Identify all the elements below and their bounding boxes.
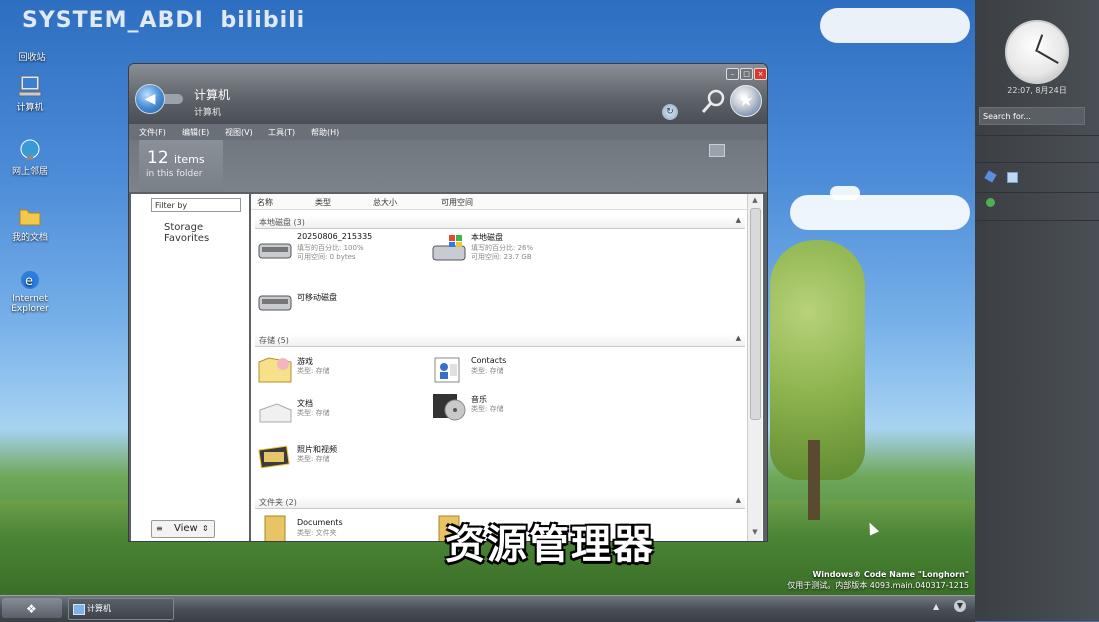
minimize-button[interactable]: – bbox=[726, 68, 739, 80]
info-bar: 12 items in this folder bbox=[129, 140, 767, 192]
back-arrow-icon: ◀ bbox=[144, 91, 156, 107]
search-icon bbox=[701, 89, 725, 113]
system-drive-icon bbox=[432, 235, 466, 261]
desktop-icon-network[interactable]: 网上邻居 bbox=[0, 138, 60, 177]
view-list-icon: ≡ bbox=[156, 524, 163, 533]
column-total-size[interactable]: 总大小 bbox=[373, 197, 397, 208]
watermark-site: bilibili bbox=[220, 8, 306, 33]
column-header: 名称 类型 总大小 可用空间 bbox=[251, 194, 747, 210]
sidebar: 22:07, 8月24日 Search for... bbox=[975, 0, 1099, 621]
svg-text:e: e bbox=[25, 274, 33, 289]
photos-videos-icon bbox=[258, 445, 290, 469]
navigation-pane: Filter by Storage Favorites ≡ View ⇕ bbox=[131, 194, 249, 541]
title-bar: ◀ 计算机 计算机 – □ × ↻ ★ bbox=[129, 64, 767, 124]
group-folders[interactable]: 文件夹 (2) ▲ bbox=[255, 496, 745, 509]
taskbar-item-computer[interactable]: 计算机 bbox=[68, 598, 174, 620]
explorer-window: ◀ 计算机 计算机 – □ × ↻ ★ 文件(F) 编辑(E) 视图(V) 工具… bbox=[128, 63, 768, 542]
computer-icon bbox=[17, 74, 43, 98]
build-watermark: Windows® Code Name "Longhorn" 仅用于测试。内部版本… bbox=[787, 570, 969, 590]
group-local-disks[interactable]: 本地磁盘 (3) ▲ bbox=[255, 216, 745, 229]
start-button[interactable]: ❖ bbox=[2, 598, 62, 618]
favorites-button[interactable]: ★ bbox=[730, 85, 762, 117]
menu-file[interactable]: 文件(F) bbox=[139, 127, 166, 138]
group-storage[interactable]: 存储 (5) ▲ bbox=[255, 334, 745, 347]
column-type[interactable]: 类型 bbox=[315, 197, 331, 208]
search-button[interactable] bbox=[699, 88, 727, 116]
drive-item[interactable]: 可移动磁盘 bbox=[257, 286, 427, 320]
menu-view[interactable]: 视图(V) bbox=[225, 127, 253, 138]
column-free-space[interactable]: 可用空间 bbox=[441, 197, 473, 208]
collapse-icon: ▲ bbox=[735, 216, 741, 224]
collapse-icon: ▲ bbox=[735, 334, 741, 342]
clock-icon[interactable] bbox=[1005, 20, 1069, 84]
storage-item[interactable]: 文档 类型: 存储 bbox=[257, 394, 427, 428]
contacts-icon bbox=[434, 357, 460, 383]
network-icon bbox=[17, 138, 43, 162]
recycle-bin-icon bbox=[19, 24, 45, 48]
sidebar-tile-icon[interactable] bbox=[986, 198, 995, 207]
storage-item[interactable]: 照片和视频 类型: 存储 bbox=[257, 440, 427, 474]
menu-bar: 文件(F) 编辑(E) 视图(V) 工具(T) 帮助(H) bbox=[129, 124, 767, 140]
hard-drive-icon bbox=[258, 243, 292, 259]
folder-icon bbox=[264, 515, 286, 541]
storage-item[interactable]: 游戏 类型: 存储 bbox=[257, 352, 427, 386]
storage-item[interactable]: Contacts 类型: 存储 bbox=[431, 352, 601, 386]
column-name[interactable]: 名称 bbox=[257, 197, 273, 208]
collapse-icon: ▲ bbox=[735, 496, 741, 504]
preview-pane-icon[interactable] bbox=[709, 144, 725, 157]
bilibili-watermark: SYSTEM_ABDI bilibili bbox=[22, 8, 305, 33]
music-icon bbox=[433, 394, 466, 421]
item-count: 12 items bbox=[147, 148, 205, 168]
scroll-thumb[interactable] bbox=[750, 208, 761, 420]
storage-item[interactable]: 音乐 类型: 存储 bbox=[431, 390, 601, 424]
removable-drive-icon bbox=[258, 295, 292, 311]
filter-input[interactable]: Filter by bbox=[151, 198, 241, 212]
window-breadcrumb[interactable]: 计算机 bbox=[194, 105, 221, 118]
item-count-location: in this folder bbox=[146, 169, 203, 179]
menu-help[interactable]: 帮助(H) bbox=[311, 127, 339, 138]
windows-logo-icon: ❖ bbox=[26, 602, 37, 616]
desktop-icon-ie[interactable]: e Internet Explorer bbox=[0, 268, 60, 314]
file-list: 名称 类型 总大小 可用空间 本地磁盘 (3) ▲ 20250806_215335… bbox=[251, 194, 763, 541]
documents-icon bbox=[259, 403, 292, 423]
scroll-up-icon: ▲ bbox=[752, 196, 758, 204]
desktop-icon-documents[interactable]: 我的文档 bbox=[0, 204, 60, 243]
storage-favorites[interactable]: Storage Favorites bbox=[164, 222, 249, 244]
desktop-icon-computer[interactable]: 计算机 bbox=[0, 74, 60, 113]
sidebar-tile-icon[interactable] bbox=[1007, 172, 1018, 183]
drive-item[interactable]: 本地磁盘 填写的百分比: 26% 可用空间: 23.7 GB bbox=[431, 232, 601, 266]
folder-icon bbox=[17, 204, 43, 228]
menu-edit[interactable]: 编辑(E) bbox=[182, 127, 209, 138]
sidebar-tile-icon[interactable] bbox=[984, 170, 997, 183]
scroll-down-icon: ▼ bbox=[752, 528, 758, 536]
sidebar-search-input[interactable]: Search for... bbox=[979, 107, 1085, 125]
window-title: 计算机 bbox=[194, 88, 231, 102]
games-folder-icon bbox=[258, 357, 292, 383]
close-button[interactable]: × bbox=[754, 68, 767, 80]
tray-status-icon[interactable]: ▼ bbox=[954, 600, 966, 612]
tray-arrow-icon[interactable]: ▲ bbox=[933, 602, 939, 611]
maximize-icon: □ bbox=[743, 70, 750, 78]
clock-time: 22:07, 8月24日 bbox=[1007, 86, 1067, 95]
refresh-icon: ↻ bbox=[666, 107, 674, 117]
view-button[interactable]: ≡ View ⇕ bbox=[151, 520, 215, 538]
internet-explorer-icon: e bbox=[17, 268, 43, 292]
vertical-scrollbar[interactable]: ▲ ▼ bbox=[747, 194, 762, 541]
desktop-icon-recycle-bin[interactable]: 回收站 bbox=[2, 24, 62, 63]
close-icon: × bbox=[757, 70, 764, 78]
drive-item[interactable]: 20250806_215335 填写的百分比: 100% 可用空间: 0 byt… bbox=[257, 232, 427, 266]
minimize-icon: – bbox=[730, 70, 735, 78]
maximize-button[interactable]: □ bbox=[740, 68, 753, 80]
back-button[interactable]: ◀ bbox=[135, 84, 165, 114]
video-caption: 资源管理器 bbox=[445, 522, 655, 568]
menu-tools[interactable]: 工具(T) bbox=[268, 127, 295, 138]
folder-item[interactable]: Documents 类型: 文件夹 bbox=[257, 512, 427, 541]
view-stepper-icon: ⇕ bbox=[202, 524, 209, 533]
computer-icon bbox=[73, 604, 85, 615]
refresh-button[interactable]: ↻ bbox=[662, 104, 678, 120]
star-icon: ★ bbox=[738, 91, 754, 111]
taskbar: ❖ 计算机 ▲ ▼ bbox=[0, 595, 975, 622]
